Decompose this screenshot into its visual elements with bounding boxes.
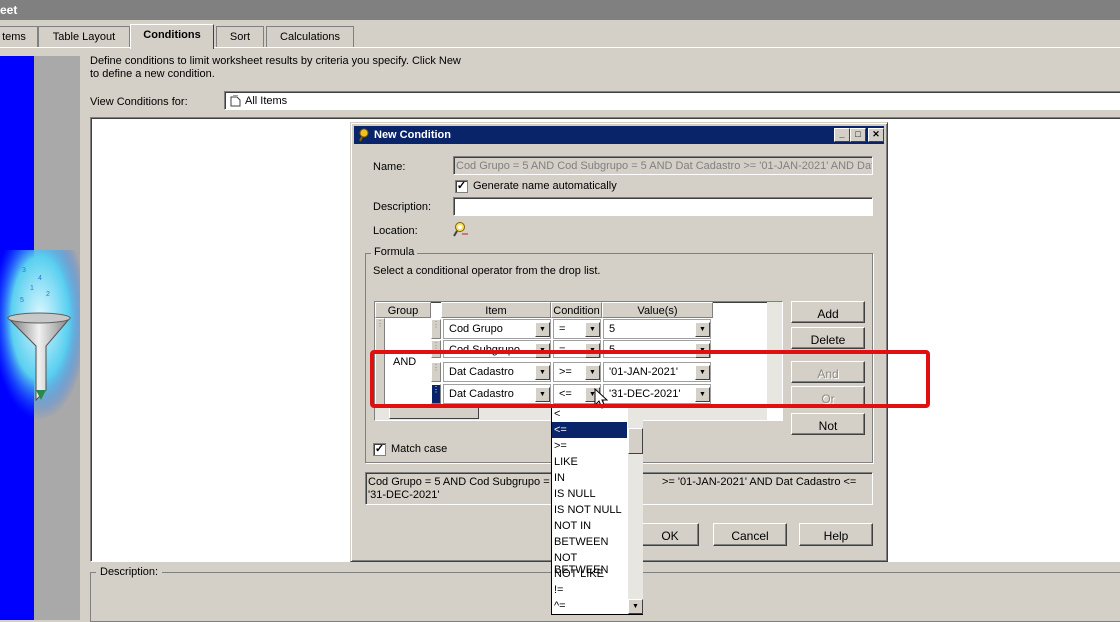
- formula-hint: Select a conditional operator from the d…: [373, 265, 601, 277]
- tab-calculations[interactable]: Calculations: [266, 26, 354, 48]
- close-button[interactable]: ✕: [868, 128, 884, 142]
- dropdown-scrollbar[interactable]: ▼: [628, 406, 643, 614]
- header-condition[interactable]: Condition: [551, 302, 602, 318]
- dropdown-option[interactable]: BETWEEN: [552, 534, 627, 550]
- minimize-button[interactable]: _: [834, 128, 850, 142]
- funnel-icon: 3 41 2 5: [0, 250, 80, 420]
- row-handle[interactable]: ⋮: [431, 362, 441, 382]
- dropdown-arrow-icon[interactable]: ▼: [585, 343, 600, 358]
- svg-text:4: 4: [38, 275, 42, 282]
- or-button[interactable]: Or: [791, 386, 865, 408]
- dropdown-option[interactable]: >=: [552, 438, 627, 454]
- view-conditions-label: View Conditions for:: [90, 96, 188, 108]
- dropdown-arrow-icon[interactable]: ▼: [695, 387, 710, 402]
- location-label: Location:: [373, 225, 418, 237]
- header-item[interactable]: Item: [441, 302, 551, 318]
- and-button[interactable]: And: [791, 361, 865, 383]
- name-label: Name:: [373, 161, 406, 173]
- svg-text:1: 1: [30, 285, 34, 292]
- dialog-description-label: Description:: [373, 201, 432, 213]
- dropdown-arrow-icon[interactable]: ▼: [535, 387, 550, 402]
- generate-name-checkbox[interactable]: ✓: [455, 180, 468, 193]
- document-icon: [230, 94, 241, 110]
- dialog-titlebar: New Condition _ □ ✕: [354, 126, 884, 144]
- tab-items[interactable]: tems: [0, 26, 38, 48]
- scroll-down-arrow-icon[interactable]: ▼: [628, 599, 643, 614]
- not-button[interactable]: Not: [791, 413, 865, 435]
- scroll-thumb[interactable]: [389, 406, 479, 419]
- row-handle[interactable]: ⋮: [431, 319, 441, 339]
- dropdown-option[interactable]: !=: [552, 582, 627, 598]
- tab-table-layout[interactable]: Table Layout: [38, 26, 130, 48]
- formula-label: Formula: [371, 246, 418, 258]
- window-title: eet: [0, 3, 18, 17]
- dropdown-arrow-icon[interactable]: ▼: [695, 322, 710, 337]
- group-handle[interactable]: ⋮: [375, 318, 385, 406]
- summary-text-right: >= '01-JAN-2021' AND Dat Cadastro <=: [662, 476, 857, 488]
- dropdown-option[interactable]: IS NOT NULL: [552, 502, 627, 518]
- dropdown-arrow-icon[interactable]: ▼: [585, 365, 600, 380]
- dropdown-arrow-icon[interactable]: ▼: [585, 322, 600, 337]
- match-case-checkbox[interactable]: ✓: [373, 443, 386, 456]
- generate-name-label: Generate name automatically: [473, 180, 617, 192]
- header-group[interactable]: Group: [375, 302, 431, 318]
- dropdown-option[interactable]: <: [552, 406, 627, 422]
- group-and-label: AND: [393, 356, 417, 368]
- condition-icon: [357, 128, 370, 145]
- dropdown-option[interactable]: LIKE: [552, 454, 627, 470]
- svg-text:5: 5: [20, 297, 24, 304]
- window-titlebar: eet: [0, 0, 1120, 20]
- dropdown-arrow-icon[interactable]: ▼: [695, 343, 710, 358]
- tab-conditions[interactable]: Conditions: [130, 24, 214, 49]
- description-label: Description:: [96, 566, 163, 578]
- delete-button[interactable]: Delete: [791, 327, 865, 349]
- dropdown-arrow-icon[interactable]: ▼: [535, 343, 550, 358]
- svg-text:2: 2: [46, 291, 50, 298]
- row-handle-selected[interactable]: ⋮: [431, 384, 441, 404]
- dropdown-option[interactable]: ^=: [552, 598, 627, 614]
- cancel-button[interactable]: Cancel: [713, 523, 787, 546]
- dropdown-option[interactable]: NOT IN: [552, 518, 627, 534]
- dropdown-arrow-icon[interactable]: ▼: [695, 365, 710, 380]
- intro-line-1: Define conditions to limit worksheet res…: [90, 55, 461, 67]
- location-icon[interactable]: [453, 221, 469, 240]
- dialog-title: New Condition: [374, 129, 451, 141]
- help-button[interactable]: Help: [799, 523, 873, 546]
- dropdown-arrow-icon[interactable]: ▼: [535, 322, 550, 337]
- summary-text-left: Cod Grupo = 5 AND Cod Subgrupo = 5: [368, 476, 559, 488]
- dropdown-option[interactable]: IN: [552, 470, 627, 486]
- dropdown-option[interactable]: NOT LIKE: [552, 566, 627, 582]
- formula-grid[interactable]: Group Item Condition Value(s) ⋮ AND ⋮ Co…: [374, 301, 783, 421]
- view-conditions-select[interactable]: All Items: [224, 91, 1120, 110]
- view-conditions-value: All Items: [245, 95, 288, 107]
- header-values[interactable]: Value(s): [602, 302, 713, 318]
- dropdown-scroll-thumb[interactable]: [628, 428, 643, 454]
- svg-text:3: 3: [22, 267, 26, 274]
- dropdown-arrow-icon[interactable]: ▼: [535, 365, 550, 380]
- tab-sort[interactable]: Sort: [216, 26, 264, 48]
- description-input[interactable]: [453, 197, 873, 216]
- mouse-cursor-icon: [594, 387, 609, 413]
- ok-button[interactable]: OK: [641, 523, 699, 546]
- vertical-scrollbar[interactable]: [767, 302, 782, 404]
- dropdown-option-selected[interactable]: <=: [552, 422, 627, 438]
- name-field[interactable]: Cod Grupo = 5 AND Cod Subgrupo = 5 AND D…: [453, 156, 873, 175]
- condition-dropdown-list[interactable]: < <= >= LIKE IN IS NULL IS NOT NULL NOT …: [551, 405, 643, 615]
- summary-text-line2: '31-DEC-2021': [368, 489, 440, 501]
- dropdown-option[interactable]: NOT BETWEEN: [552, 550, 627, 576]
- add-button[interactable]: Add: [791, 301, 865, 323]
- dropdown-option[interactable]: IS NULL: [552, 486, 627, 502]
- match-case-label: Match case: [391, 443, 448, 455]
- maximize-button[interactable]: □: [850, 128, 866, 142]
- intro-line-2: to define a new condition.: [90, 68, 215, 80]
- row-handle[interactable]: ⋮: [431, 340, 441, 358]
